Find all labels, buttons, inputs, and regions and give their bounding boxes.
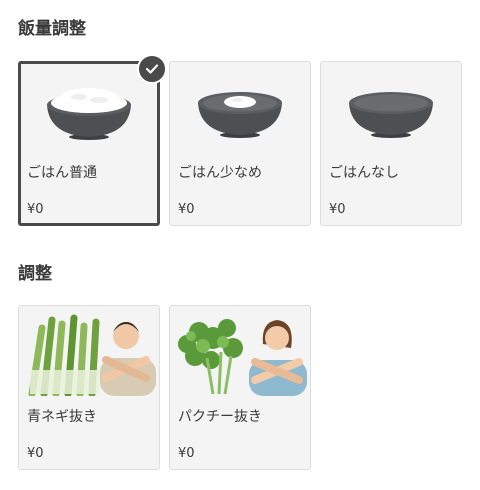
rice-bowl-small-icon: [170, 62, 310, 154]
rice-option-normal[interactable]: ごはん普通 ¥0: [18, 54, 167, 226]
adjust-option-price: ¥0: [27, 446, 44, 461]
rice-option-less[interactable]: ごはん少なめ ¥0: [169, 61, 311, 226]
adjust-section-title: 調整: [18, 264, 52, 284]
cilantro-no-icon: [170, 306, 310, 398]
rice-option-price: ¥0: [329, 202, 346, 217]
rice-section-title: 飯量調整: [18, 19, 86, 39]
adjust-option-name: パクチー抜き: [178, 409, 262, 425]
adjust-option-no-cilantro[interactable]: パクチー抜き ¥0: [169, 305, 311, 470]
green-onion-no-icon: [19, 306, 159, 398]
rice-option-name: ごはん普通: [27, 165, 97, 181]
rice-option-name: ごはん少なめ: [178, 165, 262, 181]
rice-bowl-full-icon: [21, 64, 157, 156]
adjust-option-no-green-onion[interactable]: 青ネギ抜き ¥0: [18, 305, 160, 470]
selected-check-icon: [137, 54, 167, 84]
rice-bowl-empty-icon: [321, 62, 461, 154]
adjust-option-price: ¥0: [178, 446, 195, 461]
adjust-option-name: 青ネギ抜き: [27, 409, 97, 425]
rice-option-name: ごはんなし: [329, 165, 399, 181]
rice-option-price: ¥0: [178, 202, 195, 217]
rice-option-price: ¥0: [27, 202, 44, 217]
rice-option-none[interactable]: ごはんなし ¥0: [320, 61, 462, 226]
